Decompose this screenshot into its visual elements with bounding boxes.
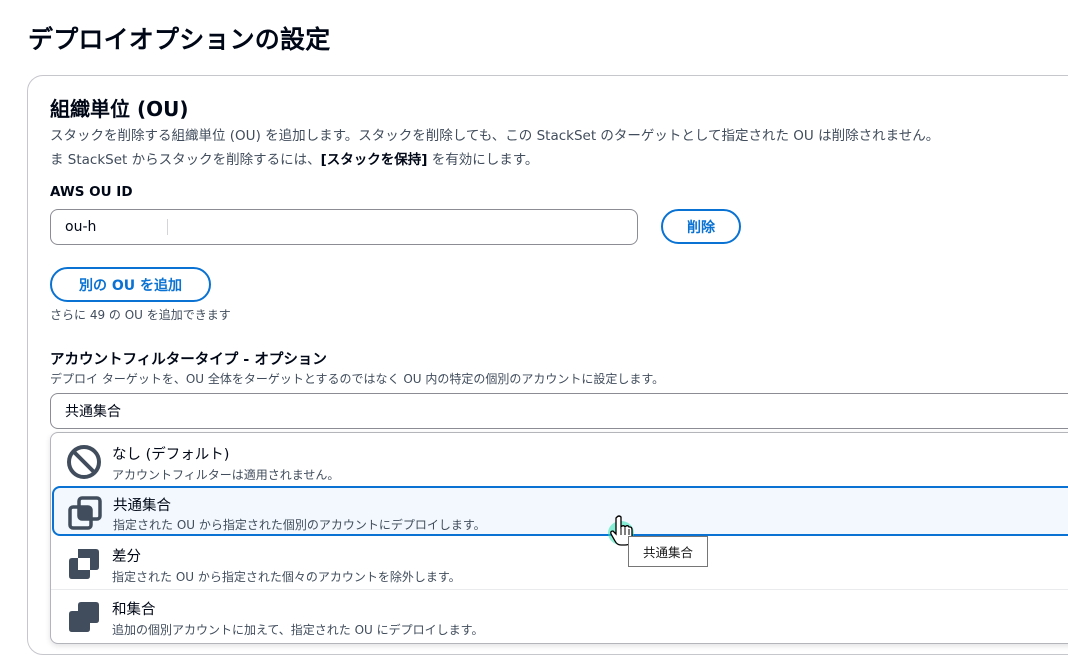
- selected-value: 共通集合: [65, 404, 121, 420]
- option-description: 指定された OU から指定された個別のアカウントにデプロイします。: [113, 518, 486, 532]
- difference-icon: [65, 545, 103, 583]
- option-title: 共通集合: [113, 498, 171, 514]
- redacted-region: [110, 216, 170, 238]
- option-description: 指定された OU から指定された個々のアカウントを除外します。: [112, 570, 461, 584]
- no-entry-icon: [65, 443, 103, 481]
- option-union[interactable]: 和集合 追加の個別アカウントに加えて、指定された OU にデプロイします。: [51, 589, 1068, 639]
- option-title: 差分: [112, 549, 141, 565]
- filter-dropdown-list: なし (デフォルト) アカウントフィルターは適用されません。 共通集合 指定され…: [50, 432, 1068, 644]
- filter-type-select[interactable]: 共通集合: [50, 393, 1068, 429]
- add-ou-button[interactable]: 別の OU を追加: [50, 267, 211, 302]
- option-none[interactable]: なし (デフォルト) アカウントフィルターは適用されません。: [51, 435, 1068, 485]
- option-intersection[interactable]: 共通集合 指定された OU から指定された個別のアカウントにデプロイします。: [52, 486, 1068, 536]
- section-description-line2: ま StackSet からスタックを削除するには、[スタックを保持] を有効にし…: [50, 148, 939, 172]
- filter-type-description: デプロイ ターゲットを、OU 全体をターゲットとするのではなく OU 内の特定の…: [50, 372, 665, 386]
- page-title: デプロイオプションの設定: [28, 25, 331, 54]
- section-description-line1: スタックを削除する組織単位 (OU) を追加します。スタックを削除しても、この …: [50, 128, 940, 144]
- remove-button[interactable]: 削除: [661, 209, 741, 244]
- desc-line2-text: ま StackSet からスタックを削除するには、: [50, 152, 321, 168]
- ou-limit-hint: さらに 49 の OU を追加できます: [50, 308, 231, 322]
- intersection-icon: [66, 494, 104, 532]
- retain-stacks-label: [スタックを保持]: [320, 152, 428, 168]
- section-description: スタックを削除する組織単位 (OU) を追加します。スタックを削除しても、この …: [50, 124, 939, 172]
- tooltip: 共通集合: [628, 536, 708, 567]
- option-description: 追加の個別アカウントに加えて、指定された OU にデプロイします。: [112, 623, 484, 637]
- ou-id-label: AWS OU ID: [50, 184, 133, 200]
- option-difference[interactable]: 差分 指定された OU から指定された個々のアカウントを除外します。: [51, 537, 1068, 587]
- union-icon: [65, 598, 103, 636]
- option-title: 和集合: [112, 602, 156, 618]
- option-title: なし (デフォルト): [112, 447, 230, 463]
- desc-line2-end: を有効にします。: [427, 152, 539, 168]
- text-caret: [167, 219, 168, 235]
- section-title: 組織単位 (OU): [50, 97, 189, 121]
- filter-type-label: アカウントフィルタータイプ - オプション: [50, 352, 327, 368]
- option-description: アカウントフィルターは適用されません。: [112, 468, 340, 482]
